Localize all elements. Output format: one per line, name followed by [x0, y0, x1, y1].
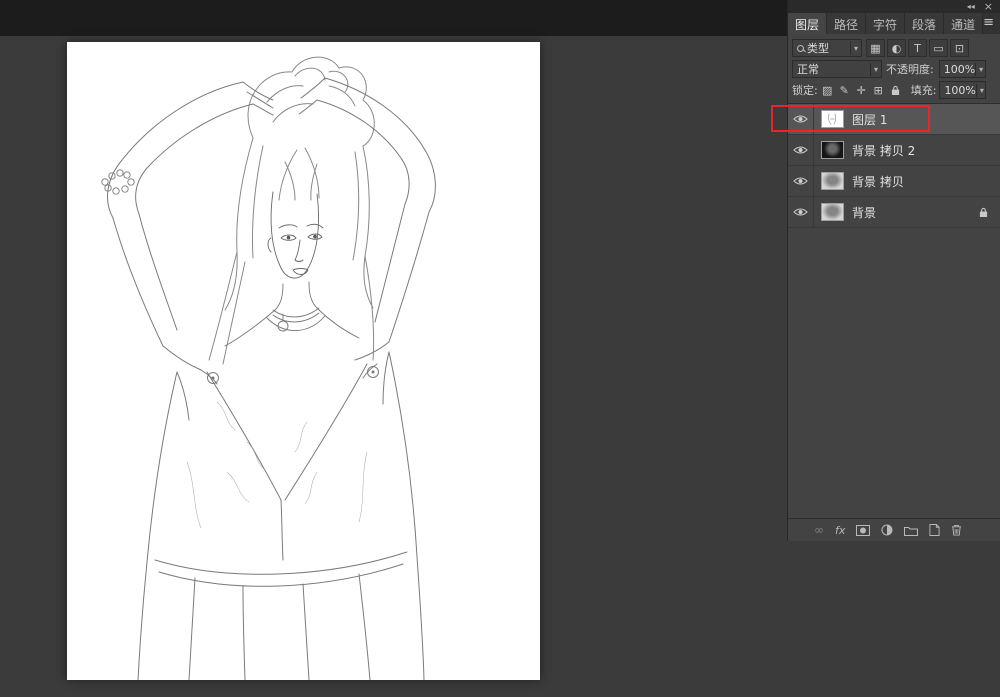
layer-name[interactable]: 背景 拷贝	[852, 173, 904, 190]
filter-smart-object-icon[interactable]: ⊡	[950, 39, 969, 57]
visibility-toggle[interactable]	[788, 135, 814, 165]
visibility-toggle[interactable]	[788, 166, 814, 196]
opacity-value: 100%	[944, 63, 975, 76]
layer-style-icon[interactable]: fx	[835, 524, 845, 537]
lock-label: 锁定:	[792, 82, 818, 98]
panel-tabbar: 图层 路径 字符 段落 通道 ≡	[788, 13, 1000, 34]
eye-icon	[793, 114, 808, 124]
filter-adjustment-layers-icon[interactable]: ◐	[887, 39, 906, 57]
adjustment-layer-icon[interactable]	[881, 524, 893, 536]
filter-kind-value: 类型	[807, 40, 829, 56]
delete-layer-trash-icon[interactable]	[951, 524, 962, 536]
layer-thumbnail[interactable]	[821, 141, 844, 159]
layer-name[interactable]: 图层 1	[852, 111, 887, 128]
filter-shape-layers-icon[interactable]: ▭	[929, 39, 948, 57]
tab-paragraph[interactable]: 段落	[905, 13, 944, 34]
panel-bottom-toolbar: ∞ fx	[788, 518, 1000, 541]
chevron-down-icon: ▾	[975, 63, 984, 76]
visibility-toggle[interactable]	[788, 197, 814, 227]
layer-filter-row: 类型 ▾ ▦ ◐ T ▭ ⊡	[792, 39, 996, 57]
document-canvas[interactable]	[67, 42, 540, 680]
search-icon	[797, 45, 804, 52]
layer-name[interactable]: 背景	[852, 204, 876, 221]
lock-row: 锁定: ▨ ✎ ✛ ⊞ 填充: 100% ▾	[792, 81, 996, 99]
filter-kind-select[interactable]: 类型 ▾	[792, 39, 862, 57]
background-lock-icon	[979, 207, 988, 218]
layers-list: 图层 1 背景 拷贝 2 背景 拷贝 背景	[788, 103, 1000, 228]
lock-all-icon[interactable]	[888, 83, 903, 98]
chevron-down-icon: ▾	[870, 63, 879, 76]
panel-titlebar: ◂◂ ×	[788, 0, 1000, 13]
panel-menu-icon[interactable]: ≡	[983, 13, 1000, 34]
opacity-input[interactable]: 100% ▾	[939, 60, 986, 78]
visibility-toggle[interactable]	[788, 104, 814, 134]
lock-artboard-icon[interactable]: ⊞	[871, 83, 886, 98]
eye-icon	[793, 207, 808, 217]
blend-mode-value: 正常	[797, 61, 819, 77]
layer-thumbnail[interactable]	[821, 203, 844, 221]
add-layer-mask-icon[interactable]	[856, 525, 870, 536]
chevron-down-icon: ▾	[850, 42, 859, 55]
blend-mode-select[interactable]: 正常 ▾	[792, 60, 882, 78]
layers-panel: ◂◂ × 图层 路径 字符 段落 通道 ≡ 类型 ▾ ▦ ◐ T ▭ ⊡ 正常 …	[787, 0, 1000, 541]
tab-character[interactable]: 字符	[866, 13, 905, 34]
panel-close-icon[interactable]: ×	[984, 1, 993, 12]
layer-thumbnail[interactable]	[821, 110, 844, 128]
tab-paths[interactable]: 路径	[827, 13, 866, 34]
fill-value: 100%	[944, 84, 975, 97]
fill-input[interactable]: 100% ▾	[939, 81, 986, 99]
blend-mode-row: 正常 ▾ 不透明度: 100% ▾	[792, 60, 996, 78]
eye-icon	[793, 145, 808, 155]
layer-row-layer-1[interactable]: 图层 1	[788, 104, 1000, 135]
filter-pixel-layers-icon[interactable]: ▦	[866, 39, 885, 57]
chevron-down-icon: ▾	[976, 84, 985, 97]
sketch-artwork	[67, 42, 540, 680]
eye-icon	[793, 176, 808, 186]
layer-thumbnail[interactable]	[821, 172, 844, 190]
tab-channels[interactable]: 通道	[944, 13, 983, 34]
new-group-folder-icon[interactable]	[904, 525, 918, 536]
tab-layers[interactable]: 图层	[788, 13, 827, 34]
panel-collapse-icon[interactable]: ◂◂	[967, 3, 975, 11]
fill-label: 填充:	[911, 82, 937, 98]
opacity-label: 不透明度:	[886, 61, 934, 77]
filter-type-layers-icon[interactable]: T	[908, 39, 927, 57]
filter-icon-group: ▦ ◐ T ▭ ⊡	[866, 39, 969, 57]
layer-name[interactable]: 背景 拷贝 2	[852, 142, 915, 159]
link-layers-icon[interactable]: ∞	[814, 523, 824, 537]
new-layer-icon[interactable]	[929, 524, 940, 536]
lock-pixels-icon[interactable]: ✎	[837, 83, 852, 98]
lock-transparent-icon[interactable]: ▨	[820, 83, 835, 98]
menu-bar-area	[0, 0, 787, 36]
lock-position-icon[interactable]: ✛	[854, 83, 869, 98]
layer-row-bg-copy-2[interactable]: 背景 拷贝 2	[788, 135, 1000, 166]
layer-row-background[interactable]: 背景	[788, 197, 1000, 228]
layer-row-bg-copy[interactable]: 背景 拷贝	[788, 166, 1000, 197]
